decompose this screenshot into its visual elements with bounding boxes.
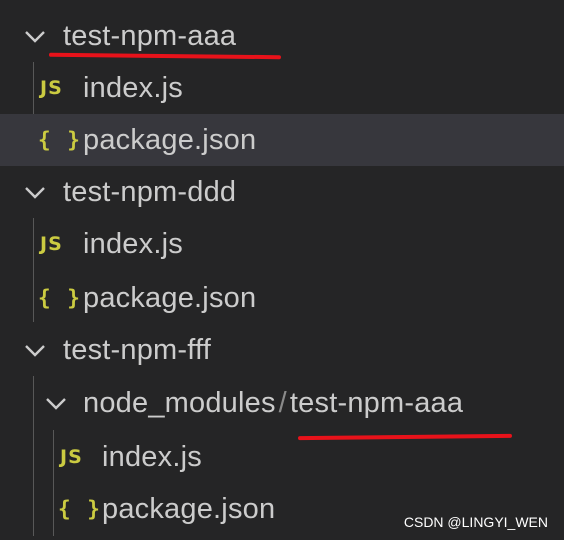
file-row-package-json[interactable]: { } package.json (0, 272, 564, 324)
javascript-file-icon: JS (40, 77, 63, 99)
javascript-file-icon: JS (40, 233, 63, 255)
chevron-down-icon[interactable] (22, 23, 48, 49)
compact-folder-label: node_modules / test-npm-aaa (83, 387, 463, 420)
chevron-down-icon[interactable] (22, 179, 48, 205)
file-label: index.js (83, 227, 183, 260)
file-row-index-js[interactable]: JS index.js (0, 62, 564, 114)
folder-label: test-npm-ddd (63, 175, 237, 208)
file-label: index.js (102, 440, 202, 473)
chevron-down-icon[interactable] (22, 337, 48, 363)
path-separator: / (278, 386, 287, 419)
file-row-package-json[interactable]: { } package.json (0, 114, 564, 166)
json-file-icon: { } (38, 286, 82, 310)
file-row-index-js[interactable]: JS index.js (0, 431, 564, 483)
file-label: index.js (83, 71, 183, 104)
folder-label: test-npm-aaa (63, 19, 237, 52)
file-label: package.json (102, 492, 276, 525)
folder-row-test-npm-ddd[interactable]: test-npm-ddd (0, 166, 564, 218)
folder-row-test-npm-fff[interactable]: test-npm-fff (0, 324, 564, 376)
file-explorer-tree: test-npm-aaa JS index.js { } package.jso… (0, 0, 564, 540)
watermark: CSDN @LINGYI_WEN (403, 514, 548, 530)
json-file-icon: { } (58, 497, 102, 521)
json-file-icon: { } (38, 128, 82, 152)
folder-row-node-modules-test-npm-aaa[interactable]: node_modules / test-npm-aaa (0, 377, 564, 429)
javascript-file-icon: JS (60, 446, 83, 468)
file-label: package.json (83, 281, 257, 314)
file-label: package.json (83, 123, 257, 156)
file-row-index-js[interactable]: JS index.js (0, 218, 564, 270)
folder-label: test-npm-fff (63, 333, 211, 366)
chevron-down-icon[interactable] (43, 390, 69, 416)
folder-segment-node-modules[interactable]: node_modules (83, 387, 276, 419)
folder-segment-test-npm-aaa[interactable]: test-npm-aaa (290, 387, 463, 419)
